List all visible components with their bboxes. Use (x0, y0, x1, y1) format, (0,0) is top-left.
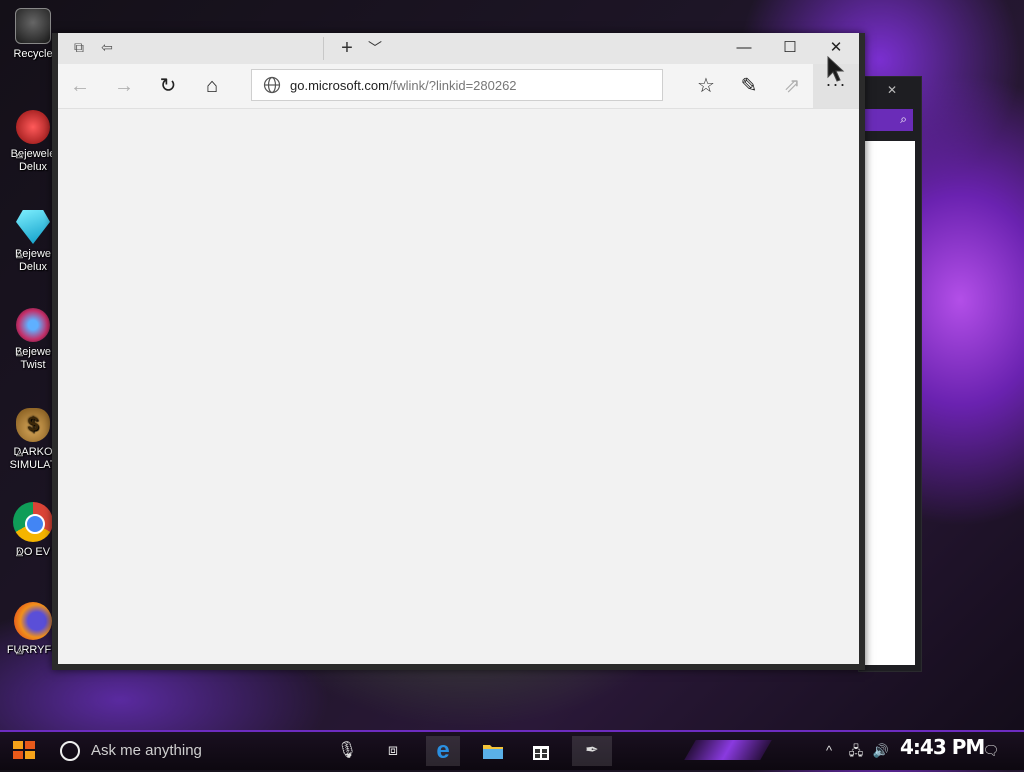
cortana-icon (60, 741, 80, 761)
file-explorer-icon[interactable] (476, 736, 510, 766)
tab-separator (323, 37, 324, 60)
tab-bar: ⧉ ⇦ + ﹀ — ☐ ✕ (58, 33, 859, 64)
windows-logo-icon (13, 741, 35, 759)
address-bar[interactable]: go.microsoft.com/fwlink/?linkid=280262 (251, 69, 663, 101)
back-button[interactable]: ← (64, 71, 96, 101)
start-button[interactable] (8, 738, 40, 764)
url-host: go.microsoft.com (290, 78, 389, 93)
tabs-aside-icon[interactable]: ⇦ (96, 39, 118, 57)
search-placeholder: Ask me anything (91, 742, 202, 759)
store-icon[interactable] (524, 736, 558, 766)
new-tab-button[interactable]: + (334, 36, 360, 60)
web-note-button[interactable]: ✎ (733, 71, 765, 101)
globe-icon (263, 76, 281, 94)
bejeweled-2-icon (16, 110, 50, 144)
taskbar-decoration (684, 740, 772, 760)
page-content (58, 109, 859, 664)
shortcut-arrow-icon: △ (16, 249, 23, 259)
navigation-bar: ← → ↻ ⌂ go.microsoft.com/fwlink/?linkid=… (58, 64, 859, 109)
task-view-icon[interactable]: ⧈ (376, 736, 410, 766)
shortcut-arrow-icon: △ (16, 347, 23, 357)
money-bag-icon: $ (16, 408, 50, 442)
background-search-bar[interactable]: ⌕ (865, 109, 913, 131)
mouse-cursor-icon (827, 55, 845, 82)
tab-preview-chevron-icon[interactable]: ﹀ (364, 37, 386, 61)
background-window[interactable]: ✕ ⌕ (858, 76, 922, 672)
minimize-button[interactable]: — (721, 33, 767, 64)
shortcut-arrow-icon: △ (16, 447, 23, 457)
shortcut-arrow-icon: △ (16, 547, 23, 557)
edge-browser-window[interactable]: ⧉ ⇦ + ﹀ — ☐ ✕ ← → ↻ ⌂ go.microsoft.com/f… (52, 33, 865, 670)
background-window-content (865, 141, 915, 665)
show-hidden-icons-chevron-icon[interactable]: ^ (822, 738, 836, 764)
cortana-search-box[interactable]: Ask me anything (56, 736, 356, 766)
action-center-icon[interactable]: 🗨 (980, 738, 1002, 764)
desktop-icons: Recycle △ Bejewele Delux △ Bejewe Delux … (0, 0, 59, 720)
volume-icon[interactable]: 🔊 (870, 738, 892, 764)
shortcut-arrow-icon: △ (16, 149, 23, 159)
refresh-button[interactable]: ↻ (152, 71, 184, 101)
close-icon[interactable]: ✕ (887, 83, 897, 97)
system-clock[interactable]: 4:43 PM (900, 735, 985, 759)
recycle-bin-icon (15, 8, 51, 44)
address-url: go.microsoft.com/fwlink/?linkid=280262 (290, 78, 517, 93)
bejeweled-gem-icon (16, 210, 50, 244)
network-icon[interactable]: 🖧 (846, 738, 866, 764)
app-taskbar-icon[interactable]: ✒ (572, 736, 612, 766)
edge-taskbar-icon[interactable]: e (426, 736, 460, 766)
share-button[interactable]: ⇗ (776, 71, 808, 101)
shortcut-arrow-icon: △ (16, 645, 23, 655)
taskbar: Ask me anything 🎙 ⧈ e ✒ ^ 🖧 🔊 4:43 PM 🗨 (0, 730, 1024, 770)
search-icon: ⌕ (900, 112, 907, 126)
store-bag-icon (533, 746, 549, 760)
bejeweled-twist-icon (16, 308, 50, 342)
firefox-icon (14, 602, 52, 640)
home-button[interactable]: ⌂ (196, 71, 228, 101)
url-path: /fwlink/?linkid=280262 (388, 78, 517, 93)
microphone-icon[interactable]: 🎙 (330, 736, 364, 766)
chrome-icon (13, 502, 53, 542)
maximize-button[interactable]: ☐ (767, 33, 813, 64)
forward-button[interactable]: → (108, 71, 140, 101)
favorites-hub-button[interactable]: ☆ (690, 71, 722, 101)
folder-icon (483, 745, 503, 759)
set-tabs-aside-icon[interactable]: ⧉ (68, 39, 90, 57)
